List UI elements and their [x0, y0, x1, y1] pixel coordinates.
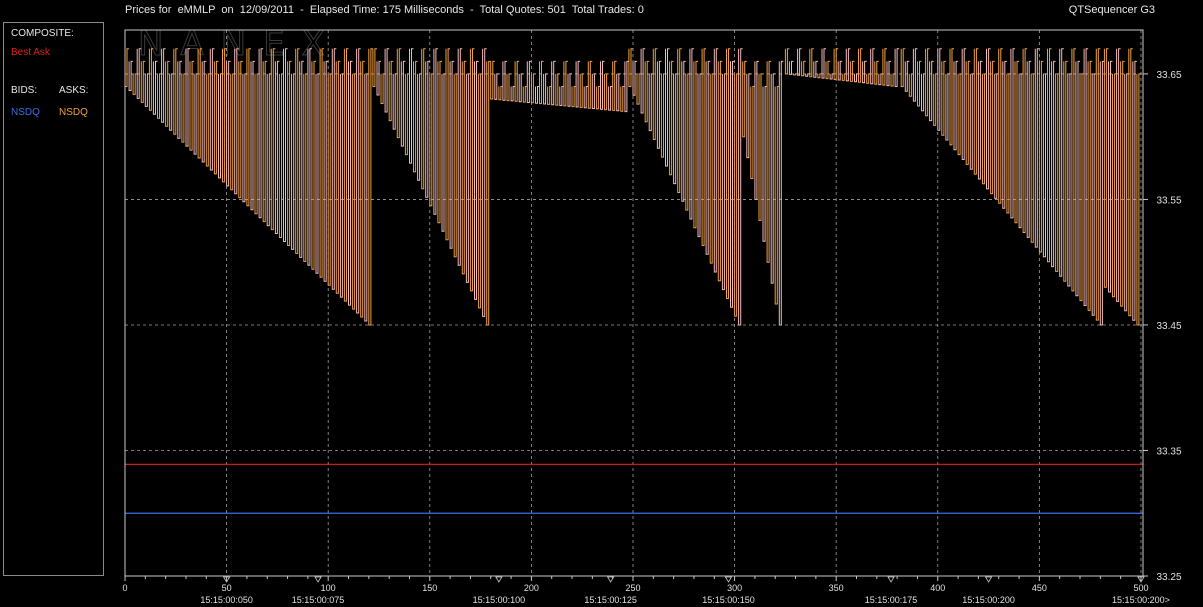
x-tick-label: 300: [727, 583, 742, 593]
x-tick-label: 0: [122, 583, 127, 593]
price-chart[interactable]: NANEX 33.6533.5533.4533.3533.250 50 100 150…: [0, 0, 1203, 607]
ask-segment: [124, 48, 373, 326]
time-marker: [495, 576, 503, 583]
y-tick-label: 33.35: [1156, 446, 1181, 457]
y-tick-label: 33.25: [1156, 572, 1181, 583]
ask-segment: [1103, 48, 1141, 326]
x-tick-label: 100: [321, 583, 336, 593]
x-tick-label: 500: [1133, 583, 1148, 593]
ask-segment: [742, 60, 780, 305]
x-tick-label: 250: [625, 583, 640, 593]
time-label: 15:15:00:075: [292, 595, 345, 605]
time-label: 15:15:00:175: [865, 595, 918, 605]
x-tick-label: 200: [524, 583, 539, 593]
ask-segment-secondary: [746, 60, 784, 326]
time-label: 15:15:00:200>: [1112, 595, 1170, 605]
ask-segment: [900, 48, 1101, 321]
x-tick-label: 450: [1032, 583, 1047, 593]
flat-series: [125, 463, 1143, 514]
y-tick-label: 33.55: [1156, 195, 1181, 206]
time-label: 15:15:00:200: [962, 595, 1015, 605]
y-tick-label: 33.65: [1156, 70, 1181, 81]
y-tick-label: 33.45: [1156, 321, 1181, 332]
time-label: 15:15:00:100: [473, 595, 526, 605]
ask-segment-secondary: [904, 48, 1105, 326]
x-tick-label: 150: [422, 583, 437, 593]
time-marker: [887, 576, 895, 583]
ask-segment: [490, 60, 625, 112]
time-marker: [606, 576, 615, 583]
x-tick-label: 50: [222, 583, 232, 593]
ask-segment: [372, 48, 491, 326]
time-marker: [984, 576, 993, 583]
x-tick-label: 350: [829, 583, 844, 593]
x-tick-label: 400: [930, 583, 945, 593]
time-label: 15:15:00:050: [200, 595, 253, 605]
time-label: 15:15:00:125: [584, 595, 637, 605]
time-label: 15:15:00:150: [702, 595, 755, 605]
time-marker: [724, 576, 733, 583]
time-marker: [314, 576, 322, 583]
